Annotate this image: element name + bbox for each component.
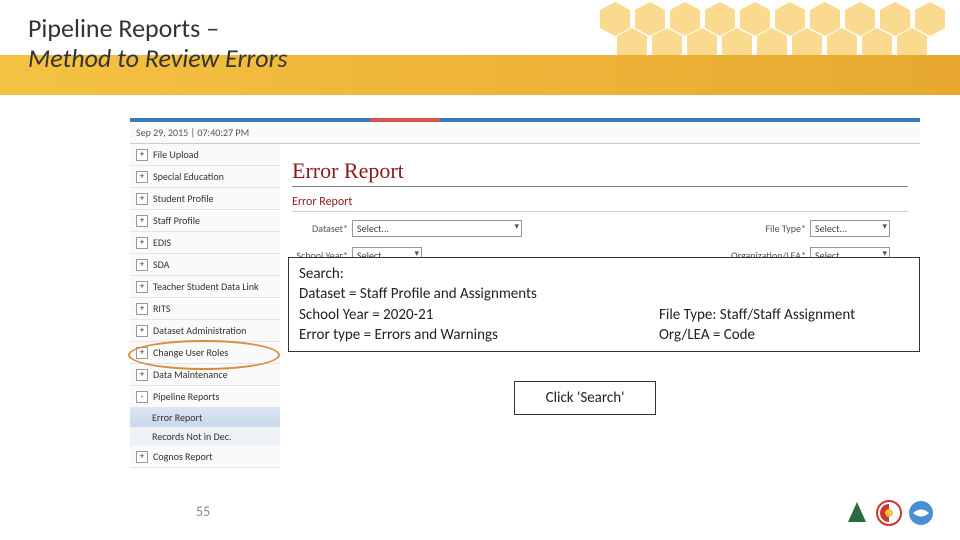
sidebar-item-edis[interactable]: +EDIS: [130, 232, 280, 254]
callout-file-type: File Type: Staff/Staff Assignment: [659, 305, 909, 325]
dataset-select[interactable]: Select...: [352, 220, 522, 237]
expand-icon: +: [136, 325, 148, 337]
form-row-1: Dataset* Select... File Type* Select...: [292, 220, 908, 237]
expand-icon: +: [136, 451, 148, 463]
expand-icon: +: [136, 171, 148, 183]
expand-icon: +: [136, 215, 148, 227]
expand-icon: +: [136, 237, 148, 249]
expand-icon: +: [136, 369, 148, 381]
callout-error-type: Error type = Errors and Warnings: [299, 325, 659, 345]
callout-click-search: Click 'Search': [514, 381, 656, 415]
collapse-icon: -: [136, 391, 148, 403]
sidebar-item-sda[interactable]: +SDA: [130, 254, 280, 276]
co-logo-icon: [876, 500, 902, 526]
dataset-label: Dataset*: [292, 222, 348, 235]
title-line1: Pipeline Reports –: [28, 14, 288, 44]
report-subheading: Error Report: [292, 195, 908, 212]
expand-icon: +: [136, 303, 148, 315]
report-heading: Error Report: [292, 158, 908, 187]
topbar-accent: [370, 118, 440, 122]
sidebar-item-rits[interactable]: +RITS: [130, 298, 280, 320]
callout-search-params: Search: Dataset = Staff Profile and Assi…: [288, 257, 920, 352]
topbar: [130, 118, 920, 122]
expand-icon: +: [136, 281, 148, 293]
sidebar-item-dataset-admin[interactable]: +Dataset Administration: [130, 320, 280, 342]
expand-icon: +: [136, 193, 148, 205]
sidebar: +File Upload +Special Education +Student…: [130, 144, 280, 464]
cde-logo-icon: [908, 500, 938, 526]
callout-header: Search:: [299, 264, 659, 284]
callout-org: Org/LEA = Code: [659, 325, 909, 345]
expand-icon: +: [136, 149, 148, 161]
page-number: 55: [196, 503, 210, 520]
sidebar-item-pipeline-reports[interactable]: -Pipeline Reports: [130, 386, 280, 408]
tree-logo-icon: [844, 500, 870, 526]
file-type-select[interactable]: Select...: [810, 220, 890, 237]
callout-dataset: Dataset = Staff Profile and Assignments: [299, 284, 659, 304]
timestamp: Sep 29, 2015 | 07:40:27 PM: [130, 122, 920, 144]
sidebar-item-special-education[interactable]: +Special Education: [130, 166, 280, 188]
callout-school-year: School Year = 2020-21: [299, 305, 659, 325]
file-type-label: File Type*: [750, 222, 806, 235]
sidebar-item-student-profile[interactable]: +Student Profile: [130, 188, 280, 210]
slide-title: Pipeline Reports – Method to Review Erro…: [28, 14, 288, 74]
annotation-circle: [128, 340, 280, 370]
sidebar-item-file-upload[interactable]: +File Upload: [130, 144, 280, 166]
footer-logos: [844, 500, 938, 526]
title-line2: Method to Review Errors: [28, 44, 288, 74]
sidebar-sub-error-report[interactable]: Error Report: [130, 408, 280, 427]
sidebar-sub-records-not-in[interactable]: Records Not in Dec.: [130, 427, 280, 446]
sidebar-item-staff-profile[interactable]: +Staff Profile: [130, 210, 280, 232]
sidebar-item-cognos[interactable]: +Cognos Report: [130, 446, 280, 468]
sidebar-item-tsdl[interactable]: +Teacher Student Data Link: [130, 276, 280, 298]
expand-icon: +: [136, 259, 148, 271]
